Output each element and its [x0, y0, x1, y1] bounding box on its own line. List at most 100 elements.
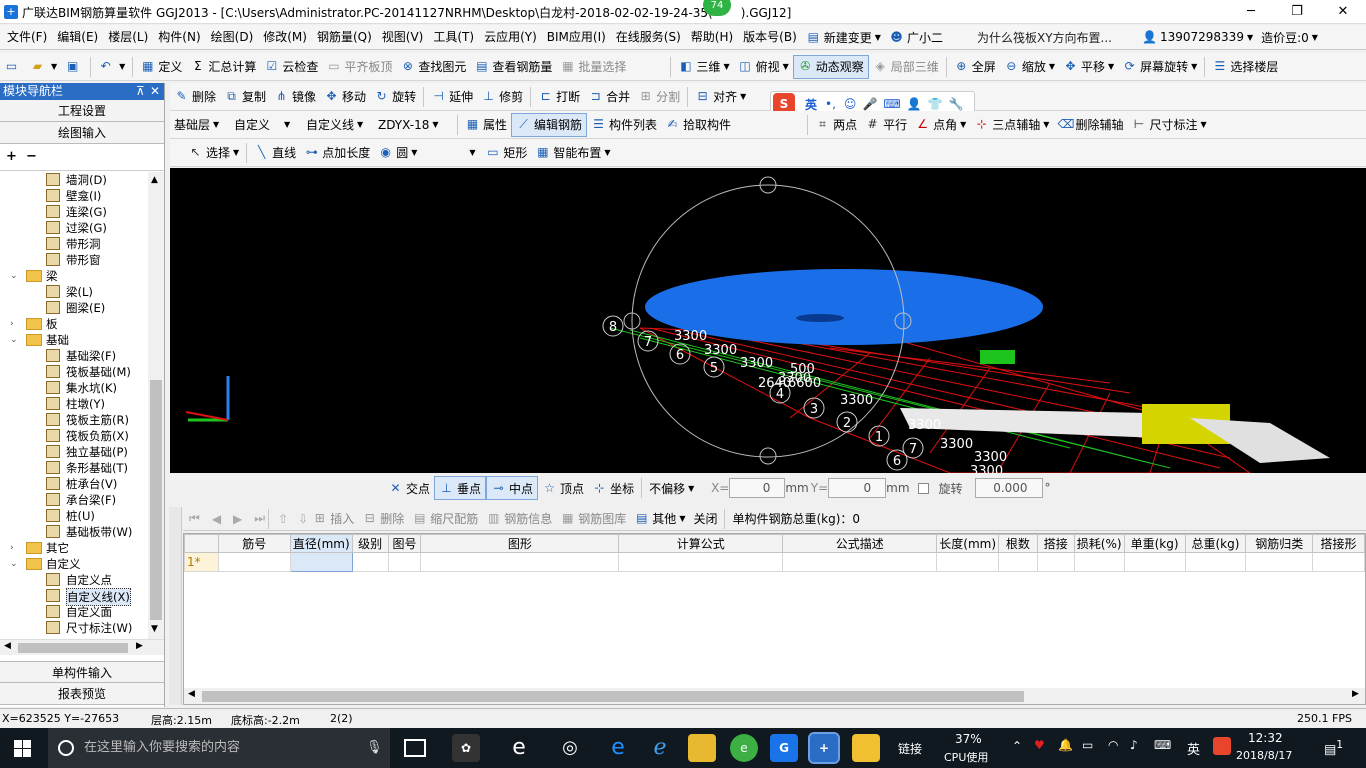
delete-axis-button[interactable]: ⌫ 删除辅轴: [1053, 113, 1127, 137]
menu-item[interactable]: 工具(T): [428, 25, 479, 50]
tree-node[interactable]: 独立基础(P): [0, 444, 148, 460]
other-menu-button[interactable]: ▤ 其他 ▼: [630, 507, 689, 531]
first-record-icon[interactable]: ⏮: [189, 511, 200, 526]
microphone-icon[interactable]: 🎤: [862, 97, 877, 111]
column-header[interactable]: 图号: [387, 534, 422, 553]
point-length-button[interactable]: ⊶ 点加长度: [300, 141, 374, 165]
tree-node[interactable]: ⌄ 基础: [0, 332, 148, 348]
view-rebar-button[interactable]: ▤ 查看钢筋量: [470, 55, 556, 79]
rotate-screen-button[interactable]: ⟳ 屏幕旋转 ▼: [1118, 55, 1201, 79]
report-preview-button[interactable]: 报表预览: [0, 683, 164, 705]
tree-scrollbar[interactable]: ▲ ▼: [148, 172, 164, 639]
menu-item[interactable]: 构件(N): [153, 25, 205, 50]
component-code-select[interactable]: ZDYX-18 ▼: [374, 113, 454, 137]
save-button[interactable]: ▣: [61, 55, 87, 79]
scale-rebar-button[interactable]: ▤ 缩尺配筋: [408, 507, 482, 531]
volume-icon[interactable]: ♪: [1130, 738, 1138, 752]
tree-node[interactable]: ⌄ 自定义: [0, 556, 148, 572]
snap-intersect-button[interactable]: ✕ 交点: [384, 476, 434, 500]
local-3d-button[interactable]: ◈ 局部三维: [869, 55, 943, 79]
tree-hscroll[interactable]: ◀ ▶: [0, 639, 164, 655]
cell-lap[interactable]: [1036, 552, 1075, 572]
cell-lap-type[interactable]: [1312, 552, 1365, 572]
tree-node[interactable]: 桩承台(V): [0, 476, 148, 492]
taskbar-search[interactable]: 在这里输入你要搜索的内容 🎙: [48, 728, 390, 768]
cell-diameter[interactable]: [289, 552, 353, 572]
move-up-icon[interactable]: ⇧: [278, 512, 288, 526]
hscroll-thumb[interactable]: [18, 643, 128, 653]
component-list-button[interactable]: ☰ 构件列表: [587, 113, 661, 137]
beans-label[interactable]: 造价豆:0 ▼: [1257, 25, 1322, 49]
punctuation-icon[interactable]: •,: [825, 97, 836, 111]
align-button[interactable]: ⊟ 对齐 ▼: [691, 85, 750, 109]
microphone-icon[interactable]: 🎙: [366, 728, 383, 768]
menu-item[interactable]: 绘图(D): [206, 25, 259, 50]
tree-node[interactable]: 壁龛(I): [0, 188, 148, 204]
column-header[interactable]: 单重(kg): [1123, 534, 1186, 553]
tree-node[interactable]: › 其它: [0, 540, 148, 556]
column-header[interactable]: 钢筋归类: [1245, 534, 1314, 553]
point-angle-button[interactable]: ∠ 点角 ▼: [911, 113, 970, 137]
scroll-left-icon[interactable]: ◀: [188, 689, 195, 699]
grid-hscrollbar[interactable]: ◀ ▶: [184, 688, 1365, 704]
notification-center-icon[interactable]: ▤1: [1324, 738, 1343, 757]
tree-node[interactable]: 筏板负筋(X): [0, 428, 148, 444]
insert-row-button[interactable]: ⊞ 插入: [308, 507, 358, 531]
clock-time[interactable]: 12:32: [1248, 731, 1283, 745]
smart-layout-button[interactable]: ▦ 智能布置 ▼: [531, 141, 614, 165]
minimize-button[interactable]: ─: [1228, 0, 1274, 24]
scroll-right-icon[interactable]: ▶: [136, 641, 143, 651]
column-header[interactable]: 搭接形: [1312, 534, 1365, 553]
file-explorer-icon[interactable]: [688, 734, 716, 762]
tree-node[interactable]: 尺寸标注(W): [0, 620, 148, 636]
column-header[interactable]: 搭接: [1036, 534, 1075, 553]
tree-node[interactable]: 柱墩(Y): [0, 396, 148, 412]
circle-mode-select[interactable]: ▼: [421, 141, 481, 165]
browser-icon[interactable]: ◎: [556, 734, 584, 762]
notes-app-icon[interactable]: [852, 734, 880, 762]
ime-lang-toggle[interactable]: 英: [805, 96, 817, 113]
top-view-button[interactable]: ◫ 俯视 ▼: [734, 55, 793, 79]
edge-icon[interactable]: e: [604, 734, 632, 762]
column-header[interactable]: 级别: [351, 534, 389, 553]
scroll-thumb[interactable]: [150, 380, 162, 620]
snap-midpoint-button[interactable]: ⊸ 中点: [486, 476, 539, 500]
g-app-icon[interactable]: G: [770, 734, 798, 762]
rotate-button[interactable]: ↻ 旋转: [370, 85, 420, 109]
menu-item[interactable]: 钢筋量(Q): [312, 25, 377, 50]
offset-select[interactable]: 不偏移 ▼: [645, 476, 707, 500]
edit-rebar-button[interactable]: ⟋ 编辑钢筋: [511, 112, 588, 137]
expand-all-icon[interactable]: +: [6, 149, 17, 164]
menu-item[interactable]: 帮助(H): [686, 25, 738, 50]
cloud-check-button[interactable]: ☑ 云检查: [260, 55, 322, 79]
tree-node[interactable]: 自定义点: [0, 572, 148, 588]
menu-item[interactable]: 在线服务(S): [611, 25, 686, 50]
define-button[interactable]: ▦ 定义: [136, 55, 186, 79]
glodon-app-icon[interactable]: +: [808, 732, 840, 764]
three-d-button[interactable]: ◧ 三维 ▼: [674, 55, 733, 79]
tree-node[interactable]: 集水坑(K): [0, 380, 148, 396]
cell-count[interactable]: [998, 552, 1038, 572]
zoom-button[interactable]: ⊖ 缩放 ▼: [1000, 55, 1059, 79]
tree-node[interactable]: ⌄ 梁: [0, 268, 148, 284]
dynamic-observe-button[interactable]: ✇ 动态观察: [792, 54, 869, 79]
move-button[interactable]: ✥ 移动: [320, 85, 370, 109]
person-icon[interactable]: 👤: [907, 97, 922, 111]
emoji-icon[interactable]: ☺: [844, 97, 857, 111]
fullscreen-button[interactable]: ⊕ 全屏: [950, 55, 1000, 79]
copy-button[interactable]: ⧉ 复制: [220, 85, 270, 109]
break-button[interactable]: ⊏ 打断: [534, 85, 584, 109]
bell-icon[interactable]: 🔔: [1058, 738, 1073, 752]
column-header[interactable]: 总重(kg): [1184, 534, 1247, 553]
split-button[interactable]: ⊞ 分割: [634, 85, 684, 109]
skin-icon[interactable]: 👕: [928, 97, 943, 111]
cell-category[interactable]: [1245, 552, 1314, 572]
rotate-input[interactable]: 0.000: [974, 478, 1043, 498]
pin-icon[interactable]: ⊼: [136, 83, 145, 100]
wifi-icon[interactable]: ◠: [1108, 738, 1118, 752]
tree-node[interactable]: 连梁(G): [0, 204, 148, 220]
pick-component-button[interactable]: ✍ 拾取构件: [661, 113, 735, 137]
close-icon[interactable]: ✕: [150, 83, 160, 100]
calc-button[interactable]: Σ 汇总计算: [186, 55, 260, 79]
open-file-button[interactable]: ▰ ▼: [26, 55, 61, 79]
